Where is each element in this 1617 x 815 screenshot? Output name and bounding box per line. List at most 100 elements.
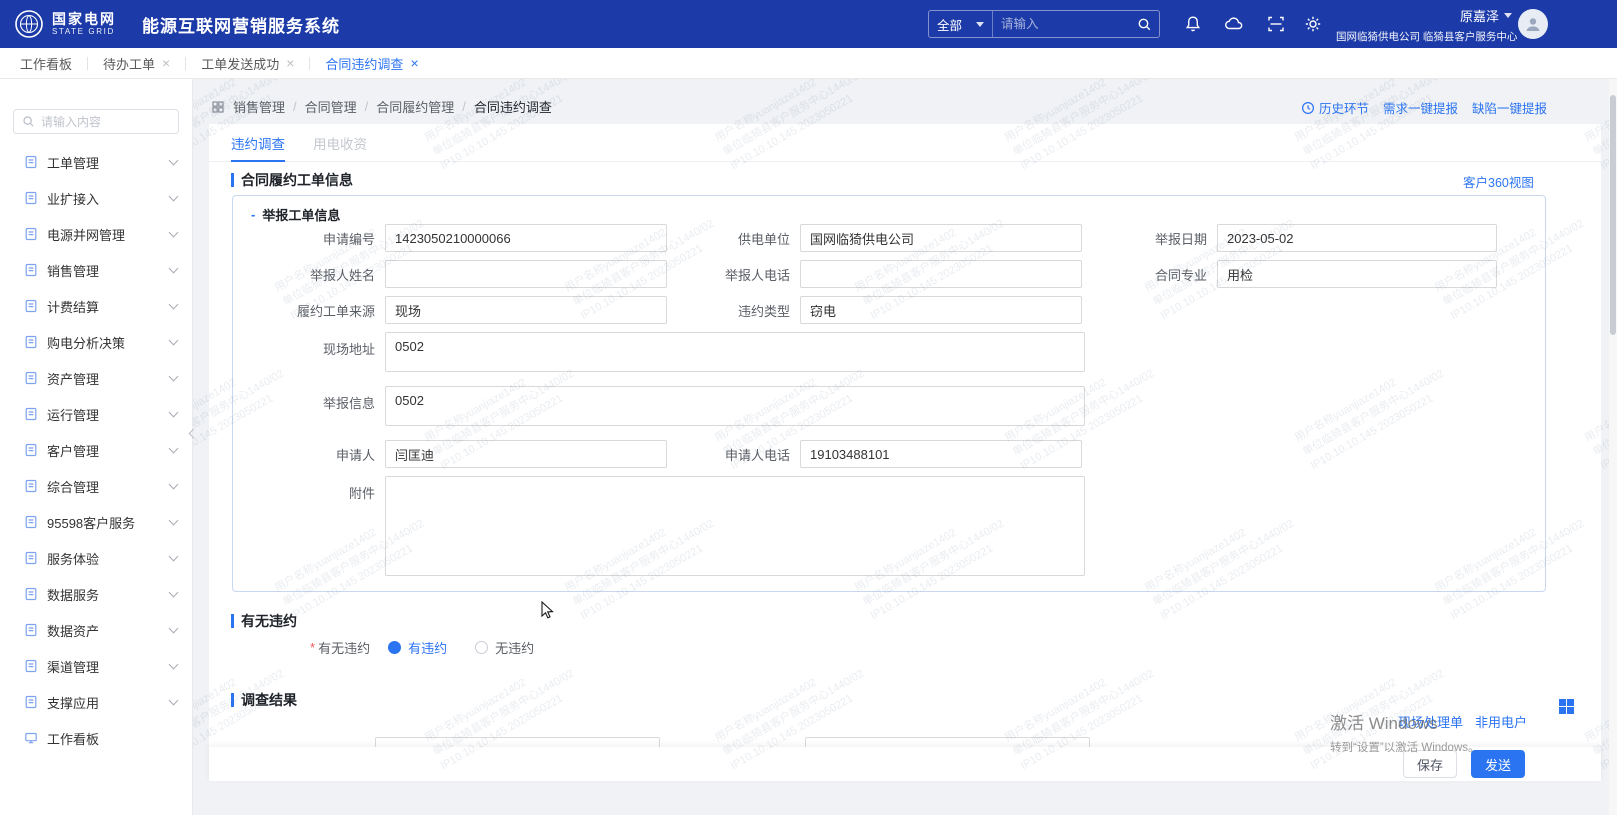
sidebar-item-data-asset[interactable]: 数据资产 bbox=[0, 612, 192, 648]
sidebar-item-asset-mgmt[interactable]: 资产管理 bbox=[0, 360, 192, 396]
notification-bell-button[interactable] bbox=[1182, 13, 1204, 35]
sidebar-item-sales-mgmt[interactable]: 销售管理 bbox=[0, 252, 192, 288]
chevron-down-icon bbox=[169, 228, 179, 238]
form-row: 举报人姓名 举报人电话 合同专业 bbox=[233, 260, 1545, 288]
global-search-input[interactable] bbox=[993, 17, 1129, 31]
breadcrumb-item[interactable]: 销售管理 bbox=[233, 97, 285, 116]
applicant-phone-input[interactable] bbox=[800, 440, 1082, 468]
sidebar-item-power-connection-mgmt[interactable]: 电源并网管理 bbox=[0, 216, 192, 252]
defect-report-link[interactable]: 缺陷一键提报 bbox=[1472, 98, 1547, 117]
sidebar-item-work-order-mgmt[interactable]: 工单管理 bbox=[0, 144, 192, 180]
page-scrollbar[interactable] bbox=[1609, 79, 1617, 815]
brand-en: STATE GRID bbox=[52, 27, 116, 36]
sidebar-item-channel-mgmt[interactable]: 渠道管理 bbox=[0, 648, 192, 684]
sidebar-item-data-service[interactable]: 数据服务 bbox=[0, 576, 192, 612]
sidebar-item-95598-service[interactable]: 95598客户服务 bbox=[0, 504, 192, 540]
reporter-name-input[interactable] bbox=[385, 260, 667, 288]
result-input-partial[interactable] bbox=[375, 737, 660, 747]
sidebar-item-work-board[interactable]: 工作看板 bbox=[0, 720, 192, 756]
sidebar-search bbox=[13, 109, 179, 134]
close-icon[interactable]: × bbox=[410, 56, 418, 70]
sidebar-collapse-handle[interactable] bbox=[188, 420, 199, 446]
separator bbox=[87, 57, 88, 70]
document-icon bbox=[24, 623, 38, 637]
apply-no-label: 申请编号 bbox=[233, 229, 385, 248]
customer-360-link[interactable]: 客户360视图 bbox=[1463, 172, 1534, 191]
breadcrumb-item[interactable]: 合同履约管理 bbox=[376, 97, 454, 116]
sidebar-item-billing-settlement[interactable]: 计费结算 bbox=[0, 288, 192, 324]
report-date-input[interactable] bbox=[1217, 224, 1497, 252]
sidebar-item-comprehensive-mgmt[interactable]: 综合管理 bbox=[0, 468, 192, 504]
collapse-minus-icon: - bbox=[251, 207, 255, 222]
content-tab-bar: 违约调查 用电收资 bbox=[209, 124, 1601, 162]
cloud-button[interactable] bbox=[1223, 13, 1245, 35]
grid-square bbox=[1567, 707, 1574, 714]
sidebar-item-label: 电源并网管理 bbox=[47, 225, 170, 244]
contract-major-input[interactable] bbox=[1217, 260, 1497, 288]
tab-contract-violation-survey[interactable]: 合同违约调查 × bbox=[325, 54, 418, 73]
supply-unit-input[interactable] bbox=[800, 224, 1082, 252]
breadcrumb-item[interactable]: 合同管理 bbox=[305, 97, 357, 116]
tab-power-collection[interactable]: 用电收资 bbox=[313, 124, 367, 161]
window-tab-bar: 工作看板 待办工单 × 工单发送成功 × 合同违约调查 × bbox=[0, 48, 1617, 79]
sidebar-item-operation-mgmt[interactable]: 运行管理 bbox=[0, 396, 192, 432]
result-input-partial[interactable] bbox=[805, 737, 1090, 747]
radio-has-violation[interactable]: 有违约 bbox=[388, 638, 447, 657]
search-icon bbox=[22, 115, 35, 128]
state-grid-emblem-icon bbox=[14, 9, 44, 39]
separator bbox=[185, 57, 186, 70]
violation-type-input[interactable] bbox=[800, 296, 1082, 324]
chevron-down-icon bbox=[169, 300, 179, 310]
chevron-down-icon bbox=[169, 192, 179, 202]
tab-work-board[interactable]: 工作看板 bbox=[20, 54, 72, 73]
site-address-input[interactable]: 0502 bbox=[385, 332, 1085, 372]
report-date-label: 举报日期 bbox=[1082, 229, 1217, 248]
reporter-name-label: 举报人姓名 bbox=[233, 265, 385, 284]
section-survey-result: 调查结果 bbox=[231, 690, 297, 710]
sidebar-item-support-application[interactable]: 支撑应用 bbox=[0, 684, 192, 720]
floating-grid-widget[interactable] bbox=[1559, 699, 1574, 714]
apply-no-input[interactable] bbox=[385, 224, 667, 252]
tab-order-sent[interactable]: 工单发送成功 × bbox=[201, 54, 294, 73]
sidebar-item-label: 渠道管理 bbox=[47, 657, 170, 676]
sidebar-item-purchase-analysis[interactable]: 购电分析决策 bbox=[0, 324, 192, 360]
search-button[interactable] bbox=[1129, 11, 1159, 37]
sidebar-item-service-experience[interactable]: 服务体验 bbox=[0, 540, 192, 576]
applicant-input[interactable] bbox=[385, 440, 667, 468]
sidebar-item-business-expansion[interactable]: 业扩接入 bbox=[0, 180, 192, 216]
document-icon bbox=[24, 371, 38, 385]
tab-todo-orders[interactable]: 待办工单 × bbox=[103, 54, 170, 73]
close-icon[interactable]: × bbox=[286, 56, 294, 70]
report-info-input[interactable]: 0502 bbox=[385, 386, 1085, 426]
tab-violation-survey[interactable]: 违约调查 bbox=[231, 124, 285, 161]
user-menu[interactable]: 原嘉泽 bbox=[1460, 6, 1512, 25]
sidebar-item-label: 95598客户服务 bbox=[47, 513, 170, 532]
sidebar-item-label: 数据资产 bbox=[47, 621, 170, 640]
radio-no-violation[interactable]: 无违约 bbox=[475, 638, 534, 657]
order-source-input[interactable] bbox=[385, 296, 667, 324]
demand-report-link[interactable]: 需求一键提报 bbox=[1383, 98, 1458, 117]
attachment-area[interactable] bbox=[385, 476, 1085, 576]
settings-button[interactable] bbox=[1302, 13, 1324, 35]
cloud-icon bbox=[1223, 14, 1245, 34]
reporter-phone-input[interactable] bbox=[800, 260, 1082, 288]
order-source-label: 履约工单来源 bbox=[233, 301, 385, 320]
section-bar bbox=[231, 693, 234, 707]
document-icon bbox=[24, 191, 38, 205]
radio-label: 有违约 bbox=[408, 638, 447, 657]
avatar[interactable] bbox=[1518, 9, 1548, 39]
search-scope-select[interactable]: 全部 bbox=[929, 11, 993, 37]
document-icon bbox=[24, 587, 38, 601]
non-power-user-link[interactable]: 非用电户 bbox=[1475, 712, 1527, 731]
section-bar bbox=[231, 614, 234, 628]
chevron-down-icon bbox=[976, 22, 984, 27]
panel-collapse-toggle[interactable]: - 举报工单信息 bbox=[251, 205, 340, 224]
scrollbar-thumb[interactable] bbox=[1610, 95, 1616, 335]
sidebar-search-input[interactable] bbox=[41, 115, 170, 129]
applicant-label: 申请人 bbox=[233, 445, 385, 464]
sidebar-item-customer-mgmt[interactable]: 客户管理 bbox=[0, 432, 192, 468]
sidebar-item-label: 资产管理 bbox=[47, 369, 170, 388]
close-icon[interactable]: × bbox=[162, 56, 170, 70]
history-link[interactable]: 历史环节 bbox=[1301, 98, 1369, 117]
fullscreen-scan-button[interactable] bbox=[1265, 13, 1287, 35]
